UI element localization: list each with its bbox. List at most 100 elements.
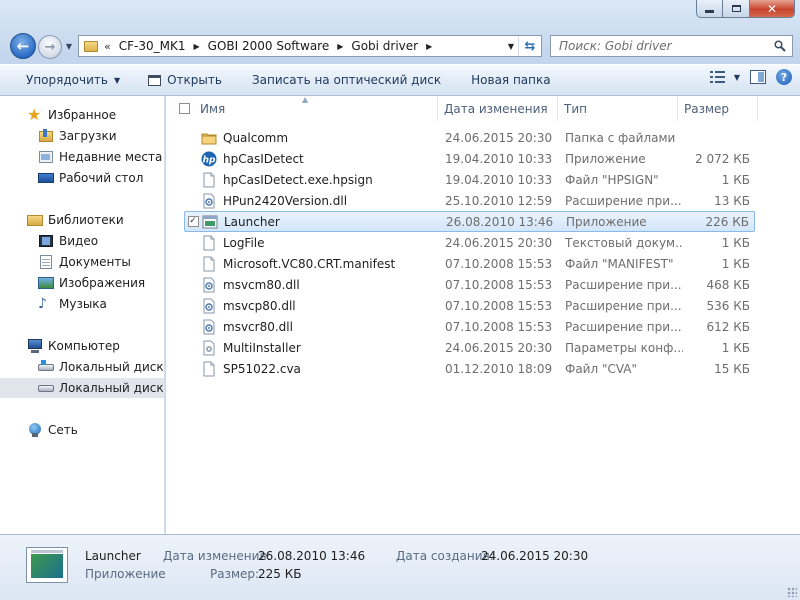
file-size: 2 072 КБ: [695, 151, 750, 166]
column-size[interactable]: Размер: [678, 96, 758, 121]
caption-buttons: ✕: [696, 0, 795, 19]
nav-disk-e[interactable]: Локальный диск (E:: [0, 378, 164, 398]
desktop-icon: [38, 170, 54, 186]
detail-type: Приложение: [85, 567, 166, 581]
nav-libraries[interactable]: Библиотеки: [0, 210, 164, 230]
network-icon: [27, 422, 43, 438]
file-name-cell: SP51022.cva: [201, 361, 441, 377]
burn-button[interactable]: Записать на оптический диск: [246, 68, 447, 92]
forward-button[interactable]: →: [38, 35, 62, 59]
explorer-window: ✕ ← → ▼ « CF-30_MK1 ▶ GOBI 2000 Software ▶…: [0, 0, 800, 600]
file-date: 01.12.2010 18:09: [445, 361, 553, 376]
file-row[interactable]: SP51022.cva 01.12.2010 18:09 Файл "CVA" 15 …: [184, 358, 755, 379]
open-button[interactable]: Открыть: [142, 68, 228, 92]
minimize-button[interactable]: [696, 0, 723, 18]
file-row[interactable]: HPun2420Version.dll 25.10.2010 12:59 Расши…: [184, 190, 755, 211]
column-date[interactable]: Дата изменения: [438, 96, 558, 121]
file-date: 19.04.2010 10:33: [445, 151, 553, 166]
view-options-button[interactable]: ▼: [709, 70, 740, 84]
address-bar[interactable]: « CF-30_MK1 ▶ GOBI 2000 Software ▶ Gobi dr…: [78, 35, 542, 57]
breadcrumb-item[interactable]: CF-30_MK1 ▶: [119, 39, 200, 53]
file-name-cell: LogFile: [201, 235, 441, 251]
nav-music[interactable]: ♪ Музыка: [0, 294, 164, 314]
folder-icon: [201, 130, 217, 146]
file-row[interactable]: Qualcomm 24.06.2015 20:30 Папка с файлами: [184, 127, 755, 148]
file-row[interactable]: Microsoft.VC80.CRT.manifest 07.10.2008 15…: [184, 253, 755, 274]
file-size: 1 КБ: [721, 172, 750, 187]
libraries-icon: [27, 212, 43, 228]
file-row[interactable]: msvcm80.dll 07.10.2008 15:53 Расширение пр…: [184, 274, 755, 295]
search-icon[interactable]: [774, 40, 786, 52]
dll-icon: [201, 298, 217, 314]
hp-icon: hp: [201, 151, 217, 167]
chevron-down-icon: ▼: [113, 75, 121, 85]
file-row[interactable]: msvcr80.dll 07.10.2008 15:53 Расширение пр…: [184, 316, 755, 337]
file-row[interactable]: hp hpCasIDetect 19.04.2010 10:33 Приложение…: [184, 148, 755, 169]
file-name: Launcher: [224, 214, 280, 229]
nav-label: Библиотеки: [48, 213, 124, 227]
column-name[interactable]: Имя ▲: [166, 96, 438, 121]
file-row[interactable]: MultiInstaller 24.06.2015 20:30 Параметры …: [184, 337, 755, 358]
breadcrumb-overflow[interactable]: «: [104, 40, 111, 53]
new-folder-label: Новая папка: [471, 73, 551, 87]
new-folder-button[interactable]: Новая папка: [465, 68, 556, 92]
file-name-cell: msvcr80.dll: [201, 319, 441, 335]
nav-downloads[interactable]: Загрузки: [0, 126, 164, 146]
nav-desktop[interactable]: Рабочий стол: [0, 168, 164, 188]
file-row[interactable]: LogFile 24.06.2015 20:30 Текстовый докум..…: [184, 232, 755, 253]
navigation-pane: ★ Избранное Загрузки Недавние места Рабо…: [0, 96, 165, 534]
config-icon: [201, 340, 217, 356]
nav-computer[interactable]: Компьютер: [0, 336, 164, 356]
chevron-right-icon[interactable]: ▶: [426, 42, 432, 51]
nav-video[interactable]: Видео: [0, 231, 164, 251]
file-date: 07.10.2008 15:53: [445, 319, 553, 334]
preview-pane-icon: [750, 70, 766, 84]
refresh-button[interactable]: ⇆: [518, 36, 541, 56]
breadcrumb-item[interactable]: GOBI 2000 Software ▶: [208, 39, 344, 53]
file-icon: [201, 361, 217, 377]
nav-disk-c[interactable]: Локальный диск (C: [0, 357, 164, 377]
file-size: 226 КБ: [705, 214, 749, 229]
file-icon: [201, 172, 217, 188]
resize-grip[interactable]: [787, 587, 797, 597]
file-type: Расширение при...: [565, 277, 682, 292]
back-button[interactable]: ←: [10, 33, 36, 59]
row-checkbox-cell: ✓: [185, 216, 201, 227]
file-name-cell: msvcp80.dll: [201, 298, 441, 314]
nav-network[interactable]: Сеть: [0, 420, 164, 440]
chevron-right-icon[interactable]: ▶: [193, 42, 199, 51]
nav-favorites[interactable]: ★ Избранное: [0, 105, 164, 125]
file-date: 26.08.2010 13:46: [446, 214, 554, 229]
breadcrumb-item[interactable]: Gobi driver ▶: [351, 39, 432, 53]
column-label: Размер: [684, 101, 730, 116]
detail-modified-label: Дата изменения:: [163, 549, 271, 563]
preview-pane-button[interactable]: [750, 70, 766, 84]
file-row[interactable]: ✓ Launcher 26.08.2010 13:46 Приложение 226 К…: [184, 211, 755, 232]
open-label: Открыть: [167, 73, 222, 87]
folder-icon: [84, 40, 98, 52]
file-row[interactable]: hpCasIDetect.exe.hpsign 19.04.2010 10:33 Ф…: [184, 169, 755, 190]
address-dropdown[interactable]: ▼: [504, 42, 518, 51]
select-all-checkbox[interactable]: [179, 103, 190, 114]
row-checkbox[interactable]: ✓: [187, 216, 199, 227]
file-row[interactable]: msvcp80.dll 07.10.2008 15:53 Расширение пр…: [184, 295, 755, 316]
drive-icon: [38, 359, 54, 375]
close-button[interactable]: ✕: [750, 0, 795, 18]
maximize-button[interactable]: [723, 0, 750, 18]
file-name: LogFile: [223, 235, 265, 250]
search-input[interactable]: [557, 38, 761, 54]
nav-images[interactable]: Изображения: [0, 273, 164, 293]
nav-recent[interactable]: Недавние места: [0, 147, 164, 167]
column-type[interactable]: Тип: [558, 96, 678, 121]
help-icon[interactable]: ?: [776, 69, 792, 85]
breadcrumb-label: GOBI 2000 Software: [207, 39, 330, 53]
view-list-icon: [709, 71, 725, 83]
drive-icon: [38, 380, 54, 396]
nav-documents[interactable]: Документы: [0, 252, 164, 272]
file-name-cell: Launcher: [202, 214, 442, 230]
recent-pages-dropdown[interactable]: ▼: [64, 39, 74, 53]
nav-label: Загрузки: [59, 129, 117, 143]
column-label: Тип: [564, 101, 587, 116]
organize-button[interactable]: Упорядочить ▼: [20, 68, 126, 92]
chevron-right-icon[interactable]: ▶: [337, 42, 343, 51]
